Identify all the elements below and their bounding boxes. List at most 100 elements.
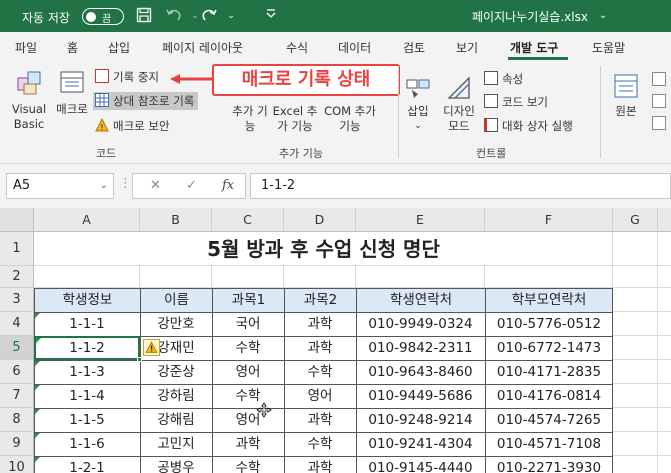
table-cell[interactable]: 영어 [284,384,356,408]
table-cell[interactable]: 과학 [284,312,356,336]
tab-data[interactable]: 데이터 [338,39,371,56]
table-cell[interactable]: 010-9248-9214 [356,408,485,432]
table-cell[interactable]: 강만호 [140,312,212,336]
table-cell[interactable]: 과학 [212,432,284,456]
tab-home[interactable]: 홈 [67,39,78,56]
column-header-a[interactable]: A [34,208,140,232]
column-header-g[interactable]: G [613,208,658,232]
table-cell[interactable]: 1-2-1 [34,456,140,473]
visual-basic-button[interactable]: Visual Basic [8,68,50,132]
macros-button[interactable]: 매크로 [52,68,92,117]
table-cell[interactable]: 010-5776-0512 [485,312,613,336]
header-cell[interactable]: 학생연락처 [356,288,486,313]
table-cell[interactable]: 과학 [284,408,356,432]
source-button[interactable]: 원본 [608,72,644,119]
table-cell[interactable]: 1-1-3 [34,360,140,384]
tab-review[interactable]: 검토 [403,39,425,56]
fill-handle[interactable] [137,357,142,362]
table-cell[interactable]: 1-1-5 [34,408,140,432]
column-header-e[interactable]: E [356,208,485,232]
xml-buttons-partial[interactable] [652,72,671,132]
table-cell[interactable]: 010-4574-7265 [485,408,613,432]
tab-file[interactable]: 파일 [15,39,37,56]
row-header-3[interactable]: 3 [0,288,34,312]
table-cell[interactable]: 010-4171-2835 [485,360,613,384]
row-header-7[interactable]: 7 [0,384,34,408]
customize-toolbar-icon[interactable] [262,7,280,25]
autosave-toggle[interactable]: 끔 [82,8,124,25]
row-header-10[interactable]: 10 [0,456,34,473]
cancel-icon[interactable]: ✕ [150,178,161,193]
row-header-6[interactable]: 6 [0,360,34,384]
tab-insert[interactable]: 삽입 [108,39,130,56]
row-header-5[interactable]: 5 [0,336,34,360]
table-cell[interactable]: 강하림 [140,384,212,408]
tab-view[interactable]: 보기 [456,39,478,56]
table-cell[interactable]: 010-9643-8460 [356,360,485,384]
table-cell[interactable]: 010-9842-2311 [356,336,485,360]
row-header-1[interactable]: 1 [0,232,34,266]
header-cell[interactable]: 학부모연락처 [485,288,613,313]
tab-help[interactable]: 도움말 [592,39,625,56]
table-cell[interactable]: 1-1-4 [34,384,140,408]
properties-button[interactable]: 속성 [484,70,523,88]
header-cell[interactable]: 학생정보 [34,288,141,313]
table-cell[interactable]: 수학 [284,360,356,384]
table-cell[interactable]: 영어 [212,408,284,432]
row-header-9[interactable]: 9 [0,432,34,456]
relative-reference-button[interactable]: 상대 참조로 기록 [93,92,199,110]
table-cell[interactable]: 1-1-1 [34,312,140,336]
redo-icon[interactable] [200,7,218,25]
design-mode-button[interactable]: 디자인 모드 [438,74,480,134]
name-box[interactable]: A5 ⌄ [6,173,114,199]
enter-icon[interactable]: ✓ [186,178,197,193]
header-cell[interactable]: 과목1 [212,288,285,313]
sheet-title[interactable]: 5월 방과 후 수업 신청 명단 [34,232,613,266]
table-cell[interactable]: 수학 [212,456,284,473]
worksheet-grid[interactable]: A B C D E F G 1 2 3 4 5 6 7 8 9 10 5월 방과… [0,208,671,473]
insert-control-button[interactable]: 삽입 ⌄ [400,74,436,134]
macro-security-button[interactable]: ! 매크로 보안 [95,117,170,135]
error-warning-icon[interactable] [143,339,160,356]
resize-handle-icon[interactable]: ⋮ [119,176,132,191]
com-addins-button[interactable]: COM 추가 기능 [322,104,378,134]
table-cell[interactable]: 수학 [212,336,284,360]
table-cell[interactable]: 강해림 [140,408,212,432]
table-cell[interactable]: 010-4176-0814 [485,384,613,408]
header-cell[interactable]: 과목2 [284,288,357,313]
excel-addins-button[interactable]: Excel 추가 기능 [270,104,320,134]
column-header-h[interactable] [658,208,671,232]
run-dialog-button[interactable]: 대화 상자 실행 [484,117,573,135]
table-cell[interactable]: 010-2271-3930 [485,456,613,473]
redo-dropdown-icon[interactable]: ⌄ [222,7,240,25]
table-cell[interactable]: 영어 [212,360,284,384]
row-header-2[interactable]: 2 [0,266,34,288]
table-cell[interactable]: 1-1-6 [34,432,140,456]
addins-button[interactable]: 추가 기능 [232,104,268,134]
column-header-b[interactable]: B [140,208,212,232]
table-cell[interactable]: 강준상 [140,360,212,384]
table-cell[interactable]: 010-6772-1473 [485,336,613,360]
filename-dropdown-icon[interactable]: ⌄ [594,7,612,25]
column-header-c[interactable]: C [212,208,284,232]
save-icon[interactable] [135,7,153,25]
tab-developer[interactable]: 개발 도구 [510,39,558,56]
table-cell[interactable]: 010-9241-4304 [356,432,485,456]
table-cell[interactable]: 국어 [212,312,284,336]
tab-formulas[interactable]: 수식 [286,39,308,56]
table-cell[interactable]: 과학 [284,456,356,473]
table-cell[interactable]: 010-9949-0324 [356,312,485,336]
table-cell[interactable]: 수학 [284,432,356,456]
header-cell[interactable]: 이름 [140,288,213,313]
formula-input[interactable]: 1-1-2 [250,173,671,199]
undo-icon[interactable] [165,7,183,25]
table-cell[interactable]: 010-9145-4440 [356,456,485,473]
column-header-d[interactable]: D [284,208,356,232]
table-cell[interactable]: 공병우 [140,456,212,473]
view-code-button[interactable]: 코드 보기 [484,93,548,111]
stop-recording-button[interactable]: 기록 중지 [95,68,159,86]
table-cell[interactable]: 010-9449-5686 [356,384,485,408]
insert-function-icon[interactable]: fx [222,178,234,193]
table-cell[interactable]: 수학 [212,384,284,408]
chevron-down-icon[interactable]: ⌄ [100,174,108,198]
